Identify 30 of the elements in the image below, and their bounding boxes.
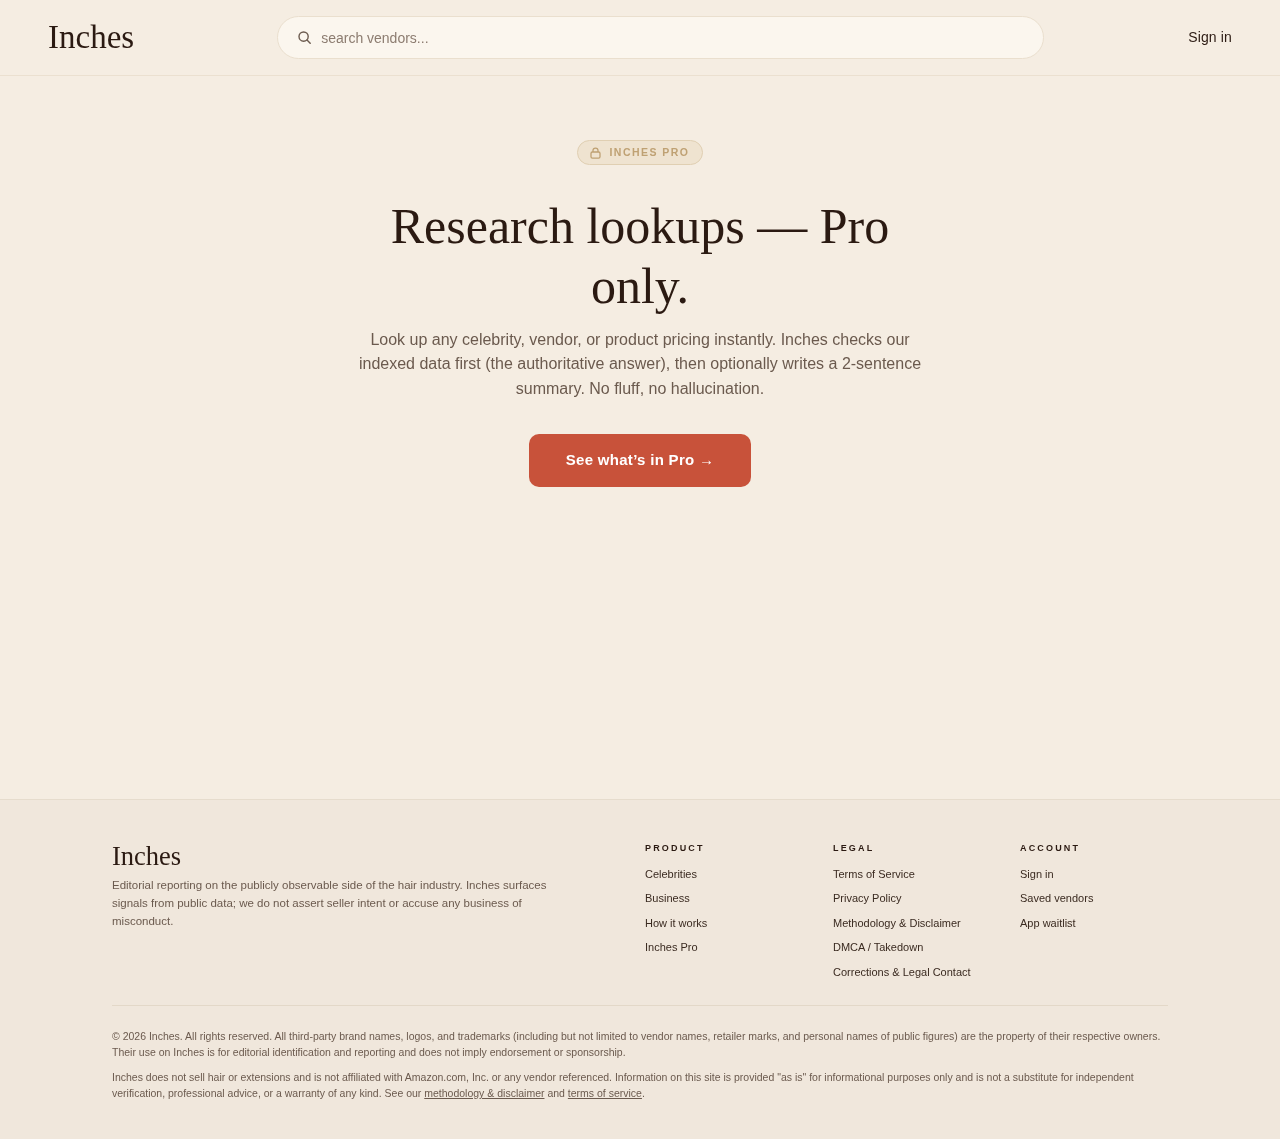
footer-link[interactable]: Saved vendors xyxy=(1020,891,1094,905)
inline-link[interactable]: terms of service xyxy=(567,1087,642,1099)
footer-link[interactable]: Terms of Service xyxy=(833,866,915,881)
footer-link[interactable]: Methodology & Disclaimer xyxy=(833,915,961,930)
footer-link[interactable]: Inches Pro xyxy=(645,940,698,954)
footer-logo[interactable]: Inches xyxy=(112,842,182,869)
footer-link[interactable]: Celebrities xyxy=(645,866,697,881)
footer-column-heading: PRODUCT xyxy=(645,841,705,855)
footer-link[interactable]: Sign in xyxy=(1020,866,1054,881)
copyright-notice: © 2026 Inches. All rights reserved. All third-party brand names, logos, and trademarks (including but not limited to vendor names, retailer marks, and personal names of public figures) are the property of their respective owners. Their use on Inches is for editorial identification and reporting and does not imply endorsement or sponsorship. xyxy=(112,1029,1162,1060)
page-heading: Research lookups — Pro only. xyxy=(389,196,891,316)
footer-link[interactable]: Privacy Policy xyxy=(833,891,902,905)
site-logo[interactable]: Inches xyxy=(48,21,135,54)
footer-tagline: Editorial reporting on the publicly observable side of the hair industry. Inches surfaces signals from public data; we do not assert seller intent or accuse any business of misconduct. xyxy=(112,877,548,929)
footer-link[interactable]: DMCA / Takedown xyxy=(833,940,924,954)
footer-link[interactable]: Business xyxy=(645,891,690,905)
disclaimer-notice: Inches does not sell hair or extensions and is not affiliated with Amazon.com, Inc. or any vendor referenced. Information on this site is provided "as is" for informational purposes only and is not a substitute for independent verification, professional advice, or a warranty of any kind. See our methodology & disclaimer and terms of service. xyxy=(112,1070,1135,1101)
footer-link[interactable]: How it works xyxy=(645,915,708,930)
sign-in-link[interactable]: Sign in xyxy=(1188,27,1232,48)
footer-column-heading: LEGAL xyxy=(833,841,875,855)
see-pro-button[interactable]: See what’s in Pro → xyxy=(529,434,751,487)
intro-paragraph: Look up any celebrity, vendor, or product pricing instantly. Inches checks our indexed data first (the authoritative answer), then optionally writes a 2-sentence summary. No fluff, no hallucination. xyxy=(357,329,923,399)
footer-link[interactable]: App waitlist xyxy=(1020,915,1076,930)
search-field[interactable]: search vendors... xyxy=(277,16,1045,59)
search-icon xyxy=(298,31,312,44)
inline-link[interactable]: methodology & disclaimer xyxy=(424,1087,545,1099)
lock-icon xyxy=(590,146,602,159)
badge-label: INCHES PRO xyxy=(609,146,690,159)
footer-column-heading: ACCOUNT xyxy=(1020,841,1081,855)
footer-link[interactable]: Corrections & Legal Contact xyxy=(833,964,971,979)
